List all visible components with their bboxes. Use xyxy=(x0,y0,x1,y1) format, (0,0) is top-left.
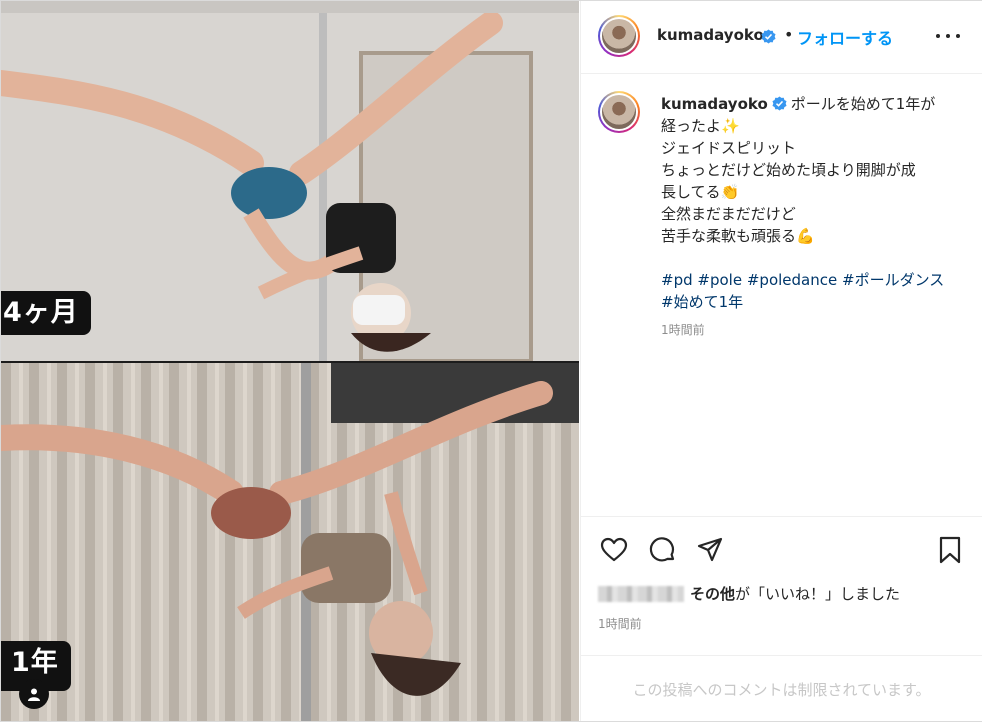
post-header: kumadayoko • フォローする xyxy=(581,1,982,74)
share-icon[interactable] xyxy=(695,535,725,565)
header-separator: • xyxy=(784,25,794,44)
more-options-icon[interactable] xyxy=(936,29,960,43)
instagram-post-embed: 4ヶ月 1年 kumadayoko • フォローする kumadayoko ポー… xyxy=(0,0,982,722)
likes-others-link[interactable]: その他 xyxy=(690,585,735,603)
verified-icon xyxy=(772,96,787,111)
photo-1-year xyxy=(1,363,579,721)
hashtag-link[interactable]: #ポールダンス xyxy=(842,271,944,289)
hashtag-link[interactable]: #pole xyxy=(697,271,742,289)
likes-summary: その他が「いいね！」しました xyxy=(598,583,900,604)
avatar[interactable] xyxy=(598,15,640,57)
post-media[interactable]: 4ヶ月 1年 xyxy=(1,1,579,721)
blurred-username xyxy=(598,586,684,602)
heart-icon[interactable] xyxy=(599,535,629,565)
hashtag-link[interactable]: #始めて1年 xyxy=(661,293,743,311)
hashtag-link[interactable]: #pd xyxy=(661,271,693,289)
verified-icon xyxy=(761,29,776,44)
caption-username[interactable]: kumadayoko xyxy=(661,95,768,113)
photo-top-strip xyxy=(1,1,579,13)
caption-text: kumadayoko ポールを始めて1年が 経ったよ✨ ジェイドスピリット ちょ… xyxy=(661,93,961,313)
caption-line: ポールを始めて1年が xyxy=(790,95,936,113)
caption-line: ちょっとだけど始めた頃より開脚が成 xyxy=(661,161,916,179)
post-sidebar: kumadayoko • フォローする kumadayoko ポールを始めて1年… xyxy=(580,1,982,721)
caption-timestamp[interactable]: 1時間前 xyxy=(661,321,705,338)
header-username[interactable]: kumadayoko xyxy=(657,26,764,44)
caption-line: ジェイドスピリット xyxy=(661,139,797,157)
likes-suffix: が「いいね！」しました xyxy=(735,585,901,603)
follow-button[interactable]: フォローする xyxy=(797,25,893,49)
caption-line: 経ったよ✨ xyxy=(661,117,740,135)
caption-line: 全然まだまだだけど xyxy=(661,205,796,223)
bookmark-icon[interactable] xyxy=(935,535,965,565)
hashtag-link[interactable]: #poledance xyxy=(747,271,837,289)
post-actions: その他が「いいね！」しました 1時間前 xyxy=(581,516,982,631)
comment-icon[interactable] xyxy=(647,535,677,565)
label-4-months: 4ヶ月 xyxy=(1,291,91,335)
comments-restricted-notice: この投稿へのコメントは制限されています。 xyxy=(581,655,982,722)
caption-avatar[interactable] xyxy=(598,91,640,133)
hashtags: #pd #pole #poledance #ポールダンス #始めて1年 xyxy=(661,269,961,313)
user-tag-icon[interactable] xyxy=(19,679,49,709)
post-timestamp[interactable]: 1時間前 xyxy=(598,615,642,632)
caption-line: 長してる👏 xyxy=(661,183,740,201)
caption-line: 苦手な柔軟も頑張る💪 xyxy=(661,227,815,245)
